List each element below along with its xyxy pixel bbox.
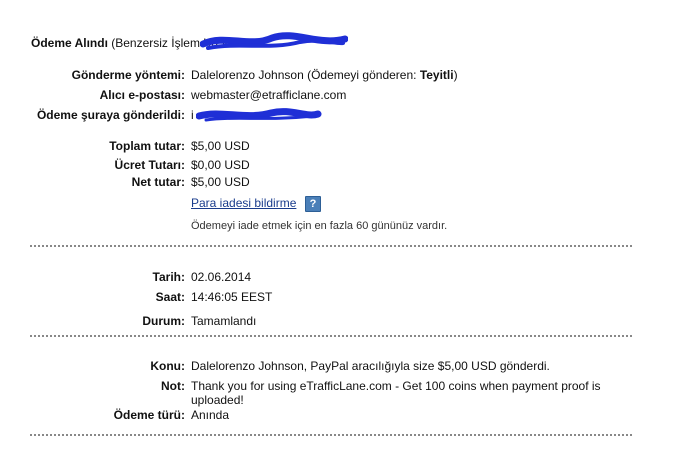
time-value: 14:46:05 EEST — [191, 290, 273, 304]
fee-amount-row: Ücret Tutarı: $0,00 USD — [0, 158, 675, 174]
divider — [30, 245, 632, 247]
payment-type-row: Ödeme türü: Anında — [0, 408, 675, 424]
sent-to-label: Ödeme şuraya gönderildi: — [36, 108, 185, 122]
sent-to-value: i — [191, 108, 194, 122]
note-value: Thank you for using eTrafficLane.com - G… — [191, 379, 601, 407]
date-label: Tarih: — [152, 270, 185, 284]
verified-status: Teyitli — [419, 68, 454, 82]
date-row: Tarih: 02.06.2014 — [0, 270, 675, 286]
transaction-id-text: (Benzersiz İşlem K05GA45 — [111, 36, 255, 50]
divider — [30, 434, 632, 436]
payment-type-value: Anında — [191, 408, 230, 422]
page-header: Ödeme Alındı (Benzersiz İşlem K05GA45 — [31, 36, 255, 50]
recipient-email-value: webmaster@etrafficlane.com — [191, 88, 347, 102]
total-amount-row: Toplam tutar: $5,00 USD — [0, 139, 675, 155]
send-method-row: Gönderme yöntemi: Dalelorenzo Johnson (Ö… — [0, 68, 675, 84]
page-title: Ödeme Alındı — [31, 36, 108, 50]
refund-note: Ödemeyi iade etmek için en fazla 60 günü… — [191, 220, 448, 232]
status-label: Durum: — [142, 314, 185, 328]
subject-label: Konu: — [150, 359, 185, 373]
total-amount-value: $5,00 USD — [191, 139, 250, 153]
date-value: 02.06.2014 — [191, 270, 252, 284]
sender-suffix: ) — [453, 68, 458, 82]
total-amount-label: Toplam tutar: — [109, 139, 185, 153]
recipient-email-label: Alıcı e-postası: — [99, 88, 185, 102]
subject-value: Dalelorenzo Johnson, PayPal aracılığıyla… — [191, 359, 550, 373]
time-row: Saat: 14:46:05 EEST — [0, 290, 675, 306]
status-row: Durum: Tamamlandı — [0, 314, 675, 330]
sender-name: Dalelorenzo Johnson (Ödemeyi gönderen: — [191, 68, 417, 82]
send-method-label: Gönderme yöntemi: — [71, 68, 185, 82]
note-label: Not: — [161, 379, 185, 393]
net-amount-row: Net tutar: $5,00 USD — [0, 175, 675, 191]
refund-link[interactable]: Para iadesi bildirme — [191, 196, 296, 210]
recipient-email-row: Alıcı e-postası: webmaster@etrafficlane.… — [0, 88, 675, 104]
fee-amount-label: Ücret Tutarı: — [114, 158, 185, 172]
sent-to-row: Ödeme şuraya gönderildi: i — [0, 108, 675, 124]
transaction-id: K05GA45 — [203, 36, 256, 50]
subject-row: Konu: Dalelorenzo Johnson, PayPal aracıl… — [0, 359, 675, 375]
fee-amount-value: $0,00 USD — [191, 158, 250, 172]
question-mark-icon[interactable]: ? — [305, 196, 321, 212]
transaction-subtitle: (Benzersiz İşlem — [111, 36, 200, 50]
net-amount-value: $5,00 USD — [191, 175, 250, 189]
status-value: Tamamlandı — [191, 314, 257, 328]
time-label: Saat: — [155, 290, 185, 304]
payment-type-label: Ödeme türü: — [113, 408, 185, 422]
divider — [30, 335, 632, 337]
send-method-value: Dalelorenzo Johnson (Ödemeyi gönderen: T… — [191, 68, 458, 82]
net-amount-label: Net tutar: — [131, 175, 185, 189]
